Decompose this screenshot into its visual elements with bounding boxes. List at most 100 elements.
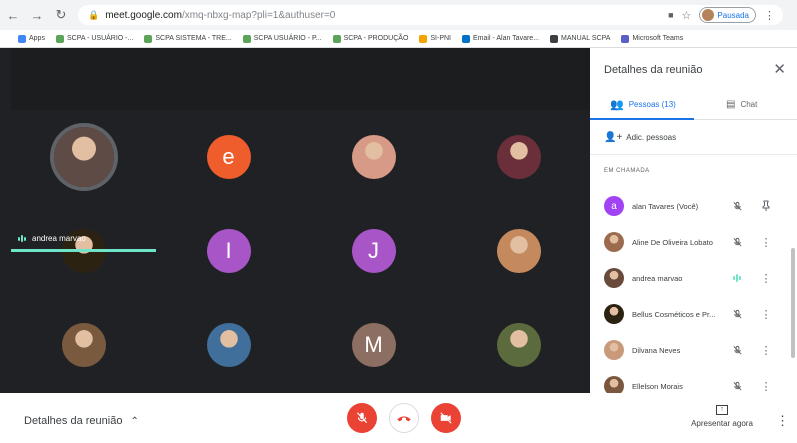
participant-tile[interactable] — [11, 304, 156, 386]
participant-name: alan Tavares (Você) — [632, 201, 699, 211]
audio-wave-icon[interactable] — [730, 271, 744, 285]
participant-tile[interactable] — [301, 116, 446, 198]
participant-tile[interactable]: J — [301, 210, 446, 292]
participant-tile[interactable] — [156, 304, 301, 386]
profile-avatar — [702, 9, 715, 21]
chat-icon: ▤ — [726, 98, 736, 110]
add-people-label: Adic. pessoas — [626, 133, 677, 142]
meeting-details-label: Detalhes da reunião — [24, 415, 123, 427]
mic-toggle-button[interactable] — [347, 403, 377, 433]
bookmark-label: Apps — [29, 35, 45, 42]
reload-icon[interactable]: ↻ — [52, 6, 70, 24]
pin-icon[interactable] — [760, 199, 772, 213]
bookmark-item[interactable]: SCPA - PRODUÇÃO — [332, 34, 409, 43]
tab-chat[interactable]: ▤ Chat — [726, 88, 757, 120]
bookmark-item[interactable]: SCPA SISTEMA - TRE... — [144, 34, 232, 43]
browser-menu-icon[interactable]: ⋮ — [764, 9, 775, 22]
camera-toggle-button[interactable] — [431, 403, 461, 433]
participant-initial-avatar: M — [351, 323, 396, 367]
address-bar[interactable]: 🔒 meet.google.com/xmq-nbxg-map?pli=1&aut… — [78, 5, 783, 25]
participant-row[interactable]: Dilvana Neves ⋮ — [590, 332, 797, 368]
bookmark-favicon-icon — [550, 34, 559, 43]
present-icon: ↑ — [716, 405, 728, 415]
participant-row[interactable]: a alan Tavares (Você) — [590, 188, 797, 224]
participant-tile[interactable] — [446, 210, 591, 292]
bottom-bar: Detalhes da reunião ⌃ ↑ Apresentar agora… — [0, 393, 797, 443]
bookmark-favicon-icon — [332, 34, 341, 43]
speaking-indicator-bar — [11, 249, 156, 252]
browser-toolbar: ← → ↻ 🔒 meet.google.com/xmq-nbxg-map?pli… — [0, 0, 797, 30]
more-vert-icon[interactable]: ⋮ — [760, 343, 772, 357]
bookmark-label: SCPA SISTEMA - TRE... — [155, 35, 232, 42]
participant-tile[interactable] — [446, 304, 591, 386]
section-label: EM CHAMADA — [604, 168, 650, 174]
add-person-icon: 👤+ — [604, 132, 623, 143]
mic-muted-icon[interactable] — [730, 199, 744, 213]
star-icon[interactable]: ☆ — [682, 9, 692, 22]
more-vert-icon[interactable]: ⋮ — [760, 307, 772, 321]
participant-tile[interactable] — [446, 116, 591, 198]
add-people-button[interactable]: 👤+ Adic. pessoas — [604, 132, 676, 143]
bookmark-item[interactable]: SCPA USUÁRIO - P... — [242, 34, 322, 43]
more-options-icon[interactable]: ⋮ — [776, 413, 789, 429]
mic-muted-icon[interactable] — [730, 307, 744, 321]
bookmark-item[interactable]: Apps — [18, 34, 45, 43]
participant-tile[interactable] — [11, 116, 156, 198]
camera-indicator-icon[interactable]: ■ — [668, 10, 673, 20]
more-vert-icon[interactable]: ⋮ — [760, 379, 772, 393]
mic-muted-icon[interactable] — [730, 379, 744, 393]
more-vert-icon[interactable]: ⋮ — [760, 271, 772, 285]
bookmark-label: SI-PNI — [430, 35, 452, 42]
people-icon: 👥 — [610, 98, 624, 111]
panel-title: Detalhes da reunião — [604, 64, 703, 76]
participant-name: Bellus Cosméticos e Pr... — [632, 309, 716, 319]
participant-photo-avatar — [53, 127, 114, 187]
participant-row[interactable]: andrea marvao ⋮ — [590, 260, 797, 296]
forward-icon[interactable]: → — [28, 6, 46, 24]
bookmark-favicon-icon — [621, 34, 630, 43]
participant-tile[interactable]: e — [156, 116, 301, 198]
lock-icon: 🔒 — [88, 9, 100, 20]
mic-muted-icon[interactable] — [730, 343, 744, 357]
back-icon[interactable]: ← — [4, 6, 22, 24]
participant-avatar — [604, 268, 624, 288]
leave-call-button[interactable] — [389, 403, 419, 433]
bookmark-label: Microsoft Teams — [632, 35, 684, 42]
more-vert-icon[interactable]: ⋮ — [760, 235, 772, 249]
participant-row[interactable]: Aline De Oliveira Lobato ⋮ — [590, 224, 797, 260]
bookmark-favicon-icon — [419, 34, 428, 43]
participant-name: Dilvana Neves — [632, 345, 681, 355]
participant-photo-avatar — [61, 323, 106, 367]
participant-photo-avatar — [351, 135, 396, 179]
participant-avatar — [604, 232, 624, 252]
present-now-button[interactable]: ↑ Apresentar agora — [690, 405, 754, 428]
mic-off-icon — [356, 412, 368, 424]
mic-muted-icon[interactable] — [730, 235, 744, 249]
speaking-name: andrea marvao — [32, 234, 86, 243]
present-label: Apresentar agora — [691, 419, 753, 428]
participants-scrollbar[interactable] — [791, 248, 795, 358]
participant-name: Aline De Oliveira Lobato — [632, 237, 713, 247]
participant-tile[interactable]: I — [156, 210, 301, 292]
bookmark-item[interactable]: Microsoft Teams — [621, 34, 684, 43]
url-host: meet.google.com — [105, 9, 182, 21]
bookmark-label: SCPA - PRODUÇÃO — [343, 35, 409, 42]
participant-avatar — [604, 340, 624, 360]
participant-initial-avatar: e — [206, 135, 251, 179]
tab-people[interactable]: 👥 Pessoas (13) — [610, 88, 676, 120]
bookmark-item[interactable]: MANUAL SCPA — [550, 34, 610, 43]
participant-initial-avatar: I — [206, 229, 251, 273]
bookmark-item[interactable]: SI-PNI — [419, 34, 452, 43]
bookmark-item[interactable]: SCPA - USUÁRIO -... — [55, 34, 133, 43]
profile-button[interactable]: Pausada — [699, 7, 756, 23]
bookmark-favicon-icon — [55, 34, 64, 43]
tab-indicator — [590, 118, 694, 120]
participant-row[interactable]: Bellus Cosméticos e Pr... ⋮ — [590, 296, 797, 332]
participant-name: Ellelson Morais — [632, 381, 683, 391]
meeting-details-button[interactable]: Detalhes da reunião ⌃ — [24, 415, 139, 427]
bookmark-item[interactable]: Email - Alan Tavare... — [462, 34, 539, 43]
divider — [590, 154, 797, 155]
close-icon[interactable]: ✕ — [773, 60, 786, 78]
participant-tile[interactable]: M — [301, 304, 446, 386]
meeting-details-panel: Detalhes da reunião ✕ 👥 Pessoas (13) ▤ C… — [590, 48, 797, 396]
